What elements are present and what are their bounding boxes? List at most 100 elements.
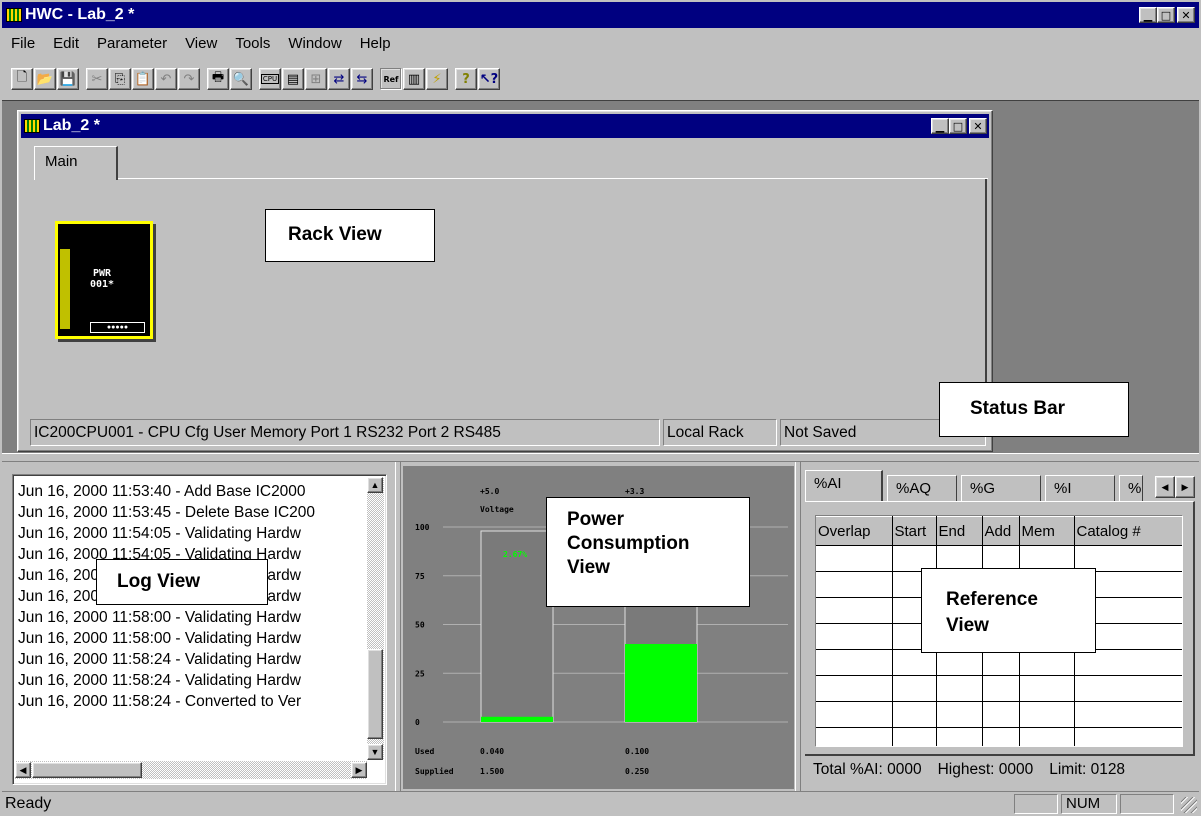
tab-more[interactable]: % — [1119, 475, 1143, 501]
table-cell[interactable] — [816, 571, 893, 598]
column-catalog[interactable]: Catalog # — [1074, 516, 1182, 546]
table-cell[interactable] — [936, 701, 983, 728]
power-supply-module[interactable]: PWR 001* ●●●●● — [55, 221, 153, 339]
table-cell[interactable] — [1074, 727, 1182, 746]
close-button[interactable]: ✕ — [1177, 7, 1195, 23]
log-vertical-scrollbar[interactable]: ▲ ▼ — [367, 477, 384, 760]
resize-grip-icon[interactable] — [1181, 797, 1197, 813]
pane-divider-right[interactable] — [795, 462, 801, 792]
table-cell[interactable] — [1074, 701, 1182, 728]
table-row[interactable] — [816, 675, 1182, 702]
table-cell[interactable] — [892, 727, 937, 746]
table-cell[interactable] — [936, 727, 983, 746]
tab-g[interactable]: %G — [961, 475, 1041, 501]
log-entry[interactable]: Jun 16, 2000 11:53:45 - Delete Base IC20… — [15, 502, 367, 523]
horizontal-scroll-thumb[interactable] — [32, 762, 142, 778]
table-cell[interactable] — [816, 649, 893, 676]
menu-help[interactable]: Help — [351, 35, 400, 59]
new-icon[interactable]: 🗋 — [11, 68, 33, 90]
redo-icon[interactable]: ↷ — [178, 68, 200, 90]
scroll-down-button[interactable]: ▼ — [367, 744, 383, 760]
menu-window[interactable]: Window — [279, 35, 350, 59]
table-cell[interactable] — [982, 649, 1020, 676]
column-overlap[interactable]: Overlap — [816, 516, 893, 546]
menu-tools[interactable]: Tools — [226, 35, 279, 59]
menu-edit[interactable]: Edit — [44, 35, 88, 59]
table-cell[interactable] — [982, 701, 1020, 728]
table-cell[interactable] — [936, 675, 983, 702]
power-icon[interactable]: ⚡ — [426, 68, 448, 90]
table-cell[interactable] — [816, 597, 893, 624]
table-cell[interactable] — [816, 623, 893, 650]
table-row[interactable] — [816, 701, 1182, 728]
table-cell[interactable] — [816, 701, 893, 728]
app-titlebar[interactable]: HWC - Lab_2 * ▁ □ ✕ — [2, 2, 1199, 28]
config-icon[interactable]: ▤ — [282, 68, 304, 90]
log-entry[interactable]: Jun 16, 2000 11:58:00 - Validating Hardw — [15, 607, 367, 628]
log-horizontal-scrollbar[interactable]: ◀ ▶ — [15, 761, 367, 779]
pane-divider-left[interactable] — [395, 462, 401, 792]
column-memory[interactable]: Mem — [1019, 516, 1075, 546]
horizontal-splitter[interactable] — [2, 453, 1199, 462]
module-add-icon[interactable]: ⊞ — [305, 68, 327, 90]
log-entry[interactable]: Jun 16, 2000 11:54:05 - Validating Hardw — [15, 523, 367, 544]
table-cell[interactable] — [1019, 675, 1075, 702]
help-icon[interactable]: ? — [455, 68, 477, 90]
open-icon[interactable]: 📂 — [34, 68, 56, 90]
column-address[interactable]: Add — [982, 516, 1020, 546]
rack-icon[interactable]: ⇄ — [328, 68, 350, 90]
menu-parameter[interactable]: Parameter — [88, 35, 176, 59]
child-minimize-button[interactable]: ▁ — [931, 118, 949, 134]
child-app-icon[interactable] — [24, 119, 40, 133]
print-preview-icon[interactable]: 🔍 — [230, 68, 252, 90]
report-icon[interactable]: ▥ — [403, 68, 425, 90]
maximize-button[interactable]: □ — [1157, 7, 1175, 23]
table-cell[interactable] — [982, 675, 1020, 702]
tab-scroll-right-button[interactable]: ▶ — [1175, 476, 1195, 498]
table-cell[interactable] — [816, 675, 893, 702]
tab-i[interactable]: %I — [1045, 475, 1115, 501]
log-entry[interactable]: Jun 16, 2000 11:58:24 - Validating Hardw — [15, 670, 367, 691]
log-entry[interactable]: Jun 16, 2000 11:53:40 - Add Base IC2000 — [15, 481, 367, 502]
cpu-icon[interactable]: CPU — [259, 68, 281, 90]
tab-ai[interactable]: %AI — [805, 470, 883, 502]
table-row[interactable] — [816, 727, 1182, 746]
table-cell[interactable] — [982, 727, 1020, 746]
reference-icon[interactable]: Ref — [380, 68, 402, 90]
tab-scroll-left-button[interactable]: ◀ — [1155, 476, 1175, 498]
scroll-up-button[interactable]: ▲ — [367, 477, 383, 493]
menu-file[interactable]: File — [2, 35, 44, 59]
table-cell[interactable] — [1019, 701, 1075, 728]
table-cell[interactable] — [936, 649, 983, 676]
context-help-icon[interactable]: ↖? — [478, 68, 500, 90]
print-icon[interactable]: 🖶 — [207, 68, 229, 90]
child-titlebar[interactable]: Lab_2 * ▁ □ ✕ — [21, 114, 989, 138]
cut-icon[interactable]: ✂ — [86, 68, 108, 90]
vertical-scroll-thumb[interactable] — [367, 649, 383, 739]
child-close-button[interactable]: ✕ — [969, 118, 987, 134]
table-cell[interactable] — [1074, 675, 1182, 702]
scroll-right-button[interactable]: ▶ — [351, 762, 367, 778]
minimize-button[interactable]: ▁ — [1139, 7, 1157, 23]
log-entry[interactable]: Jun 16, 2000 11:58:00 - Validating Hardw — [15, 628, 367, 649]
table-cell[interactable] — [892, 649, 937, 676]
paste-icon[interactable]: 📋 — [132, 68, 154, 90]
table-cell[interactable] — [1019, 649, 1075, 676]
undo-icon[interactable]: ↶ — [155, 68, 177, 90]
tab-main[interactable]: Main — [34, 146, 118, 180]
scroll-left-button[interactable]: ◀ — [15, 762, 31, 778]
log-entry[interactable]: Jun 16, 2000 11:58:24 - Converted to Ver — [15, 691, 367, 712]
child-maximize-button[interactable]: □ — [949, 118, 967, 134]
table-cell[interactable] — [816, 545, 893, 572]
copy-icon[interactable]: ⎘ — [109, 68, 131, 90]
table-cell[interactable] — [892, 675, 937, 702]
table-cell[interactable] — [892, 701, 937, 728]
column-start[interactable]: Start — [892, 516, 937, 546]
column-end[interactable]: End — [936, 516, 983, 546]
table-cell[interactable] — [1019, 727, 1075, 746]
table-cell[interactable] — [1074, 649, 1182, 676]
table-row[interactable] — [816, 649, 1182, 676]
table-cell[interactable] — [816, 727, 893, 746]
rack-replace-icon[interactable]: ⇆ — [351, 68, 373, 90]
log-view[interactable]: Jun 16, 2000 11:53:40 - Add Base IC2000 … — [12, 474, 387, 785]
